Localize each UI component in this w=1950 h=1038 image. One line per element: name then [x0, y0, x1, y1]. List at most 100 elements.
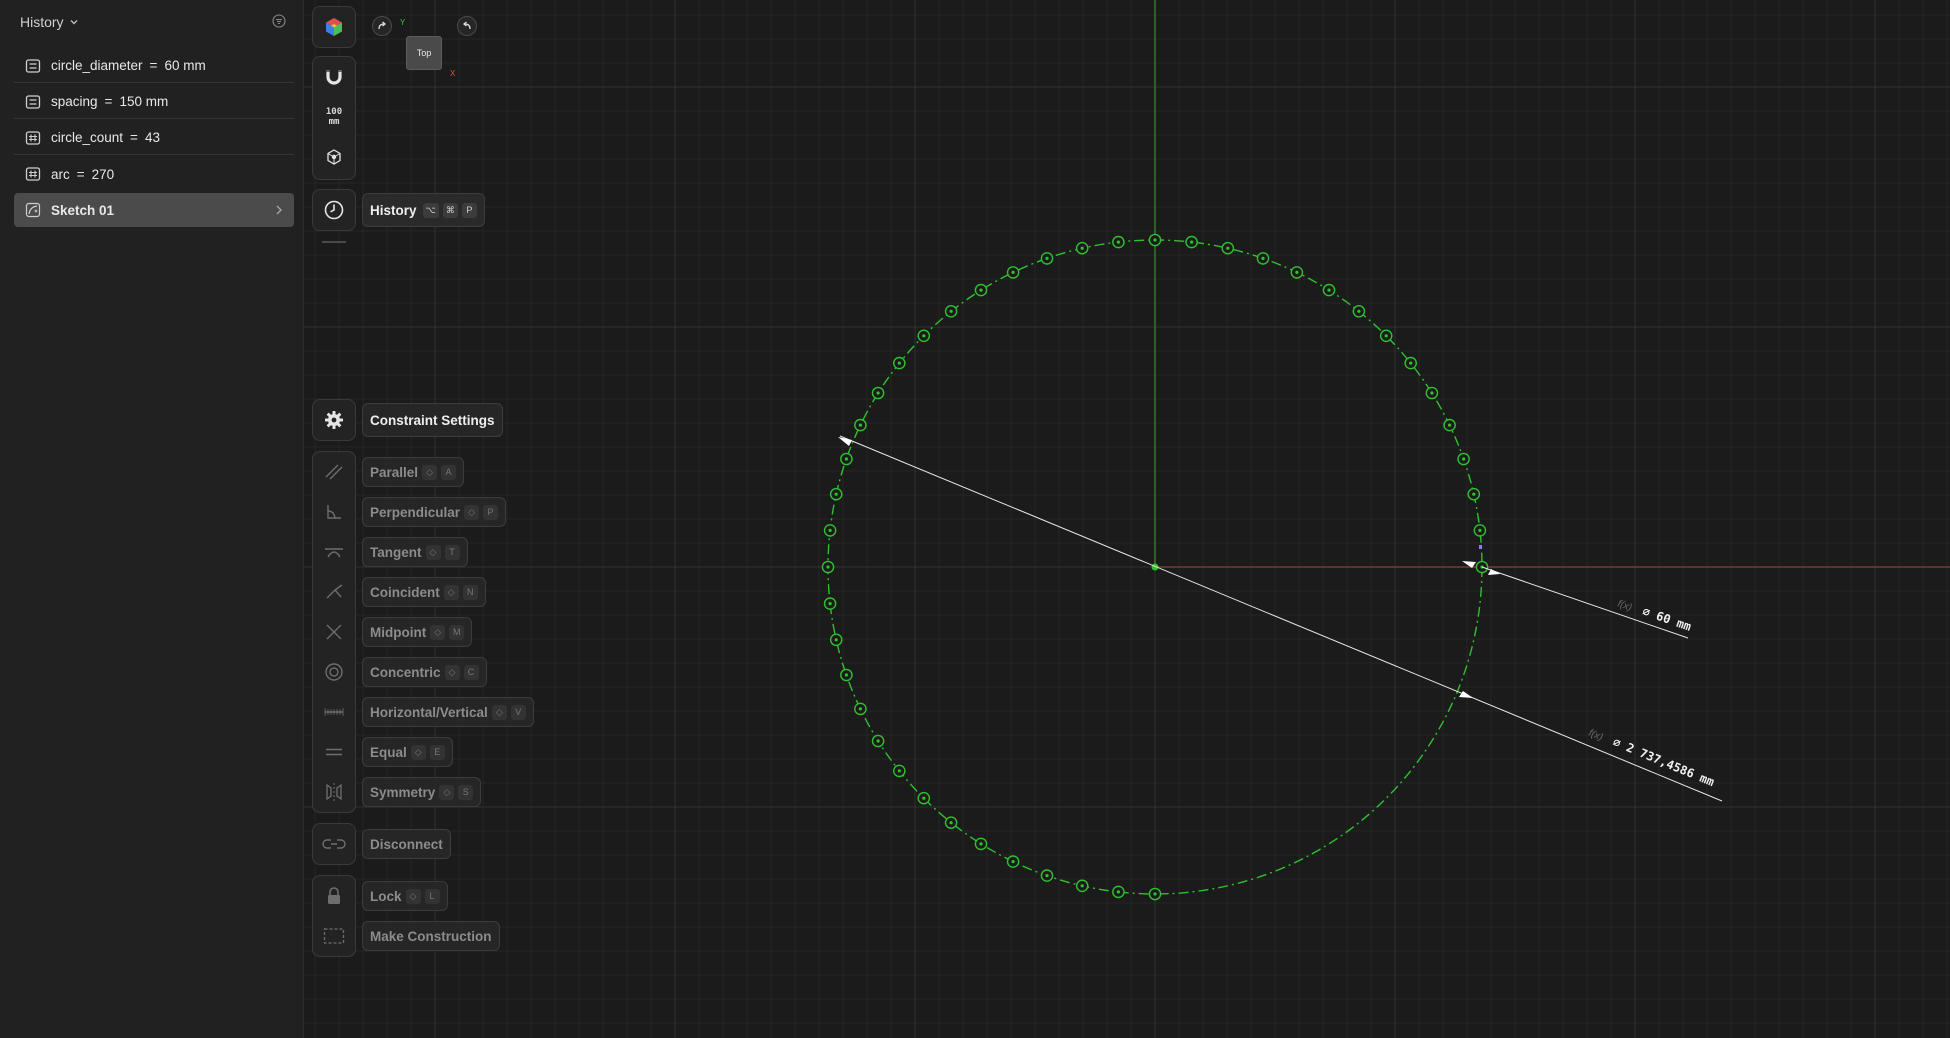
history-title: History	[20, 14, 64, 30]
pattern-circle-center	[1430, 391, 1434, 395]
shift-key: ◇	[439, 784, 455, 800]
chevron-right-icon	[276, 205, 282, 215]
shortcut-key: P	[461, 202, 477, 218]
grid-minor-lines	[304, 0, 1950, 1038]
concentric-button[interactable]	[313, 652, 355, 692]
pattern-circle-center	[834, 638, 838, 642]
history-panel: History circle_diameter = 60 mm spacing …	[0, 0, 304, 1038]
pattern-circle-center	[1462, 457, 1466, 461]
shift-key: ◇	[491, 704, 507, 720]
midpoint-icon	[326, 624, 342, 640]
symmetry-label: Symmetry ◇ S	[362, 777, 482, 807]
viewcube-x-label: X	[450, 69, 456, 78]
midpoint-label: Midpoint ◇ M	[362, 617, 473, 647]
symmetry-icon	[326, 783, 342, 801]
equal-label: Equal ◇ E	[362, 737, 453, 767]
history-button[interactable]	[312, 189, 356, 231]
pattern-circle-center	[1116, 240, 1120, 244]
pattern-circle-center	[826, 565, 830, 569]
parameter-row[interactable]: circle_diameter = 60 mm	[14, 49, 294, 83]
parameter-row[interactable]: spacing = 150 mm	[14, 85, 294, 119]
snap-button[interactable]	[313, 57, 355, 97]
pattern-circle-center	[1384, 334, 1388, 338]
parameter-value: 43	[144, 130, 160, 145]
viewcube-y-label: Y	[400, 18, 406, 27]
snap-tools-group: 100 mm	[312, 56, 356, 180]
history-header[interactable]: History	[20, 14, 79, 30]
gear-icon	[325, 411, 343, 429]
pattern-circle-center	[1295, 270, 1299, 274]
chevron-down-icon	[70, 20, 78, 25]
constraint-settings-button[interactable]	[312, 399, 356, 441]
pattern-circle-center	[979, 288, 983, 292]
pattern-circle-center	[1011, 270, 1015, 274]
pattern-circle-center	[1080, 884, 1084, 888]
pattern-circle-center	[1190, 240, 1194, 244]
disconnect-icon	[322, 839, 346, 849]
symmetry-button[interactable]	[313, 772, 355, 812]
constraint-name: Symmetry	[370, 784, 436, 800]
pattern-circle-center	[858, 423, 863, 427]
dimension-large-diameter[interactable]: f(x) ⌀ 2 737,4586 mm	[838, 435, 1723, 802]
pattern-circle-center	[1261, 256, 1265, 260]
length-parameter-icon	[25, 94, 41, 109]
tangent-button[interactable]	[313, 532, 355, 572]
shortcut-key: A	[441, 464, 457, 480]
grid-size-button[interactable]: 100 mm	[313, 97, 355, 137]
parameter-row[interactable]: arc = 270	[14, 157, 294, 191]
horizontal-vertical-label: Horizontal/Vertical ◇ V	[362, 697, 534, 727]
parallel-button[interactable]	[313, 452, 355, 492]
tangent-icon	[325, 548, 343, 558]
midpoint-button[interactable]	[313, 612, 355, 652]
disconnect-button[interactable]	[312, 823, 356, 865]
pattern-circle-center	[1226, 246, 1230, 250]
dimension-small-text: ⌀ 60 mm	[1641, 604, 1693, 634]
pattern-circle-center	[834, 492, 838, 496]
redo-button[interactable]	[372, 16, 392, 36]
pattern-circle-center	[922, 796, 926, 800]
origin-button[interactable]	[313, 137, 355, 177]
pattern-circle-center	[1153, 238, 1157, 242]
pattern-circle-center	[1409, 361, 1413, 365]
view-cube[interactable]: Top	[406, 36, 442, 70]
shortcut-key: C	[463, 664, 479, 680]
display-mode-button[interactable]	[312, 6, 356, 48]
pattern-circle-center	[979, 842, 983, 846]
number-parameter-icon	[25, 130, 41, 145]
constraint-tools-group	[312, 451, 356, 813]
color-cube-icon	[326, 18, 342, 36]
origin-axes-icon	[327, 149, 341, 165]
shift-key: ◇	[422, 464, 438, 480]
filter-icon[interactable]	[272, 14, 286, 28]
pattern-circle-center	[844, 457, 849, 461]
shift-key: ◇	[464, 504, 480, 520]
parameter-row[interactable]: circle_count = 43	[14, 121, 294, 155]
make-construction-button[interactable]	[313, 916, 355, 956]
parameter-value: 270	[91, 166, 115, 182]
constraint-settings-label: Constraint Settings	[362, 403, 503, 437]
parameter-equals: =	[104, 94, 113, 109]
shift-key: ◇	[405, 888, 421, 904]
constraint-name: Equal	[370, 744, 407, 760]
constraint-name: Coincident	[370, 584, 440, 600]
constraint-name: Lock	[370, 888, 402, 904]
pattern-circle-center	[897, 361, 901, 365]
sketch-item[interactable]: Sketch 01	[14, 193, 294, 227]
dimension-small-diameter[interactable]: f(x) ⌀ 60 mm	[1462, 561, 1693, 639]
equal-button[interactable]	[313, 732, 355, 772]
coincident-icon	[326, 584, 343, 599]
perpendicular-button[interactable]	[313, 492, 355, 532]
coincident-button[interactable]	[313, 572, 355, 612]
shortcut-key: T	[444, 544, 460, 560]
undo-button[interactable]	[457, 16, 477, 36]
dimension-small-fx: f(x)	[1616, 598, 1633, 613]
shortcut-key: P	[483, 504, 499, 520]
shortcut-key: ⌘	[442, 202, 458, 218]
constraint-name: Perpendicular	[370, 504, 461, 520]
horizontal-vertical-button[interactable]	[313, 692, 355, 732]
constraint-name: Concentric	[370, 664, 441, 680]
lock-button[interactable]	[313, 876, 355, 916]
pattern-circle-center	[1357, 309, 1361, 313]
parallel-icon	[325, 464, 343, 480]
lock-construction-group	[312, 875, 356, 957]
